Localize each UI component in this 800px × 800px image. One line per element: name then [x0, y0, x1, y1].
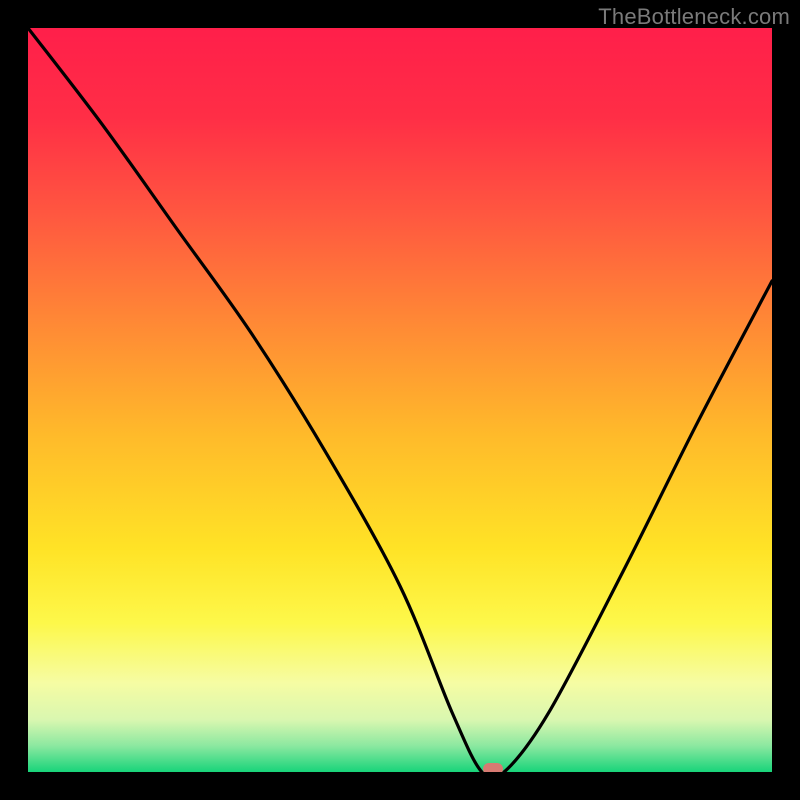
watermark-text: TheBottleneck.com — [598, 4, 790, 30]
chart-frame: TheBottleneck.com — [0, 0, 800, 800]
plot-area — [28, 28, 772, 772]
bottleneck-curve — [28, 28, 772, 772]
optimal-marker — [483, 763, 503, 772]
